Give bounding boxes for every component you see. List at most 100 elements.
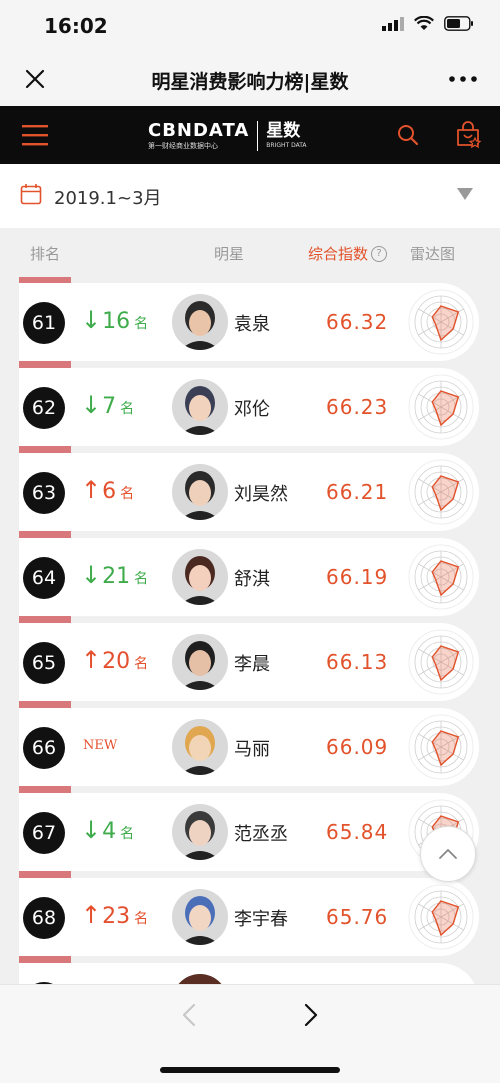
- arrow-up-icon: ↑: [81, 646, 102, 674]
- rank-badge: 62: [23, 387, 65, 429]
- radar-chart-icon[interactable]: [408, 459, 474, 525]
- composite-score: 66.13: [326, 650, 389, 674]
- radar-chart-icon[interactable]: [408, 544, 474, 610]
- rank-change-value: 4: [102, 819, 117, 844]
- ranking-list: 排名 明星 综合指数 ? 雷达图 61 ↓ 16 名袁泉 66.32 62 ↓ 7 名邓伦 66.…: [0, 228, 500, 984]
- star-name[interactable]: 邓伦: [234, 395, 270, 421]
- radar-chart-icon[interactable]: [408, 714, 474, 780]
- avatar[interactable]: [172, 379, 228, 435]
- status-icons: [382, 16, 474, 31]
- rank-change-value: 23: [102, 904, 131, 929]
- signal-icon: [382, 16, 404, 31]
- header-index-label: 综合指数: [308, 245, 369, 263]
- composite-score: 66.09: [326, 735, 389, 759]
- avatar[interactable]: [172, 889, 228, 945]
- avatar[interactable]: [172, 804, 228, 860]
- page-title: 明星消费影响力榜|星数: [151, 71, 349, 93]
- rank-badge: 63: [23, 472, 65, 514]
- rank-change-value: 20: [102, 649, 131, 674]
- brand-logo: CBNDATA 第一财经商业数据中心 星数 BRIGHT DATA: [148, 116, 307, 156]
- status-bar: 16:02: [0, 0, 500, 54]
- list-item[interactable]: 63 ↑ 6 名 刘昊然 66.21: [19, 453, 479, 531]
- avatar[interactable]: [172, 634, 228, 690]
- home-indicator: [160, 1067, 340, 1073]
- header-index[interactable]: 综合指数 ?: [308, 243, 388, 264]
- rank-badge: 66: [23, 727, 65, 769]
- radar-chart-icon[interactable]: [408, 374, 474, 440]
- composite-score: 66.21: [326, 480, 389, 504]
- radar-chart-icon[interactable]: [408, 629, 474, 695]
- new-badge: NEW: [83, 738, 118, 753]
- star-name[interactable]: 刘昊然: [234, 480, 288, 506]
- rank-badge: 61: [23, 302, 65, 344]
- list-item[interactable]: 67 ↓ 4 名 范丞丞 65.84: [19, 793, 479, 871]
- star-name[interactable]: 马丽: [234, 735, 270, 761]
- rank-change: ↓ 4 名: [81, 818, 134, 844]
- star-name[interactable]: 舒淇: [234, 565, 270, 591]
- rank-change: ↓ 16 名: [81, 308, 148, 334]
- composite-score: 65.84: [326, 820, 389, 844]
- logo-product: 星数: [266, 121, 301, 141]
- avatar[interactable]: [172, 719, 228, 775]
- rank-change-value: 6: [102, 479, 117, 504]
- help-icon[interactable]: ?: [371, 245, 388, 262]
- header-rank: 排名: [30, 245, 61, 263]
- cart-icon[interactable]: [454, 121, 482, 149]
- dropdown-arrow-icon[interactable]: [457, 188, 473, 200]
- search-icon[interactable]: [396, 123, 420, 147]
- arrow-up-icon: ↑: [81, 476, 102, 504]
- chevron-left-icon[interactable]: [176, 1001, 204, 1029]
- browser-navbar: 明星消费影响力榜|星数: [0, 54, 500, 106]
- rank-change: ↑ 20 名: [81, 648, 148, 674]
- rank-change: ↑ 23 名: [81, 903, 148, 929]
- chevron-right-icon[interactable]: [296, 1001, 324, 1029]
- header-star: 明星: [214, 245, 245, 263]
- rank-change-unit: 名: [120, 486, 135, 502]
- list-item[interactable]: 62 ↓ 7 名 邓伦 66.23: [19, 368, 479, 446]
- composite-score: 65.76: [326, 905, 389, 929]
- list-item[interactable]: [19, 963, 479, 984]
- rank-badge: 67: [23, 812, 65, 854]
- arrow-down-icon: ↓: [81, 391, 102, 419]
- status-time: 16:02: [44, 14, 108, 38]
- list-item[interactable]: 64 ↓ 21 名 舒淇 66.19: [19, 538, 479, 616]
- avatar[interactable]: [172, 974, 228, 984]
- logo-divider: [257, 121, 259, 151]
- composite-score: 66.32: [326, 310, 389, 334]
- avatar[interactable]: [172, 549, 228, 605]
- list-item[interactable]: 65 ↑ 20 名 李晨 66.13: [19, 623, 479, 701]
- list-item[interactable]: 61 ↓ 16 名 袁泉 66.32: [19, 283, 479, 361]
- list-item[interactable]: 68 ↑ 23 名 李宇春 65.76: [19, 878, 479, 956]
- rank-change-unit: 名: [120, 401, 135, 417]
- arrow-down-icon: ↓: [81, 816, 102, 844]
- calendar-icon: [20, 184, 42, 205]
- composite-score: 66.23: [326, 395, 389, 419]
- wifi-icon: [414, 16, 434, 30]
- rank-badge: 64: [23, 557, 65, 599]
- date-range: 2019.1~3月: [54, 188, 162, 209]
- rank-badge: 65: [23, 642, 65, 684]
- chevron-up-icon[interactable]: [420, 826, 476, 882]
- list-item[interactable]: 66 NEW 马丽 66.09: [19, 708, 479, 786]
- star-name[interactable]: 袁泉: [234, 310, 270, 336]
- more-icon[interactable]: [446, 64, 480, 94]
- menu-icon[interactable]: [22, 124, 48, 146]
- star-name[interactable]: 李晨: [234, 650, 270, 676]
- composite-score: 66.19: [326, 565, 389, 589]
- star-name[interactable]: 范丞丞: [234, 820, 288, 846]
- rank-change-unit: 名: [134, 656, 149, 672]
- rank-change: ↓ 21 名: [81, 563, 148, 589]
- battery-icon: [444, 16, 473, 31]
- date-filter[interactable]: 2019.1~3月: [0, 164, 500, 228]
- avatar[interactable]: [172, 464, 228, 520]
- radar-chart-icon[interactable]: [408, 884, 474, 950]
- rank-change-value: 21: [102, 564, 131, 589]
- arrow-up-icon: ↑: [81, 901, 102, 929]
- rank-change-unit: 名: [120, 826, 135, 842]
- rank-change-value: 7: [102, 394, 117, 419]
- radar-chart-icon[interactable]: [408, 289, 474, 355]
- logo-product-en: BRIGHT DATA: [266, 142, 307, 149]
- star-name[interactable]: 李宇春: [234, 905, 288, 931]
- app-header: CBNDATA 第一财经商业数据中心 星数 BRIGHT DATA: [0, 106, 500, 164]
- avatar[interactable]: [172, 294, 228, 350]
